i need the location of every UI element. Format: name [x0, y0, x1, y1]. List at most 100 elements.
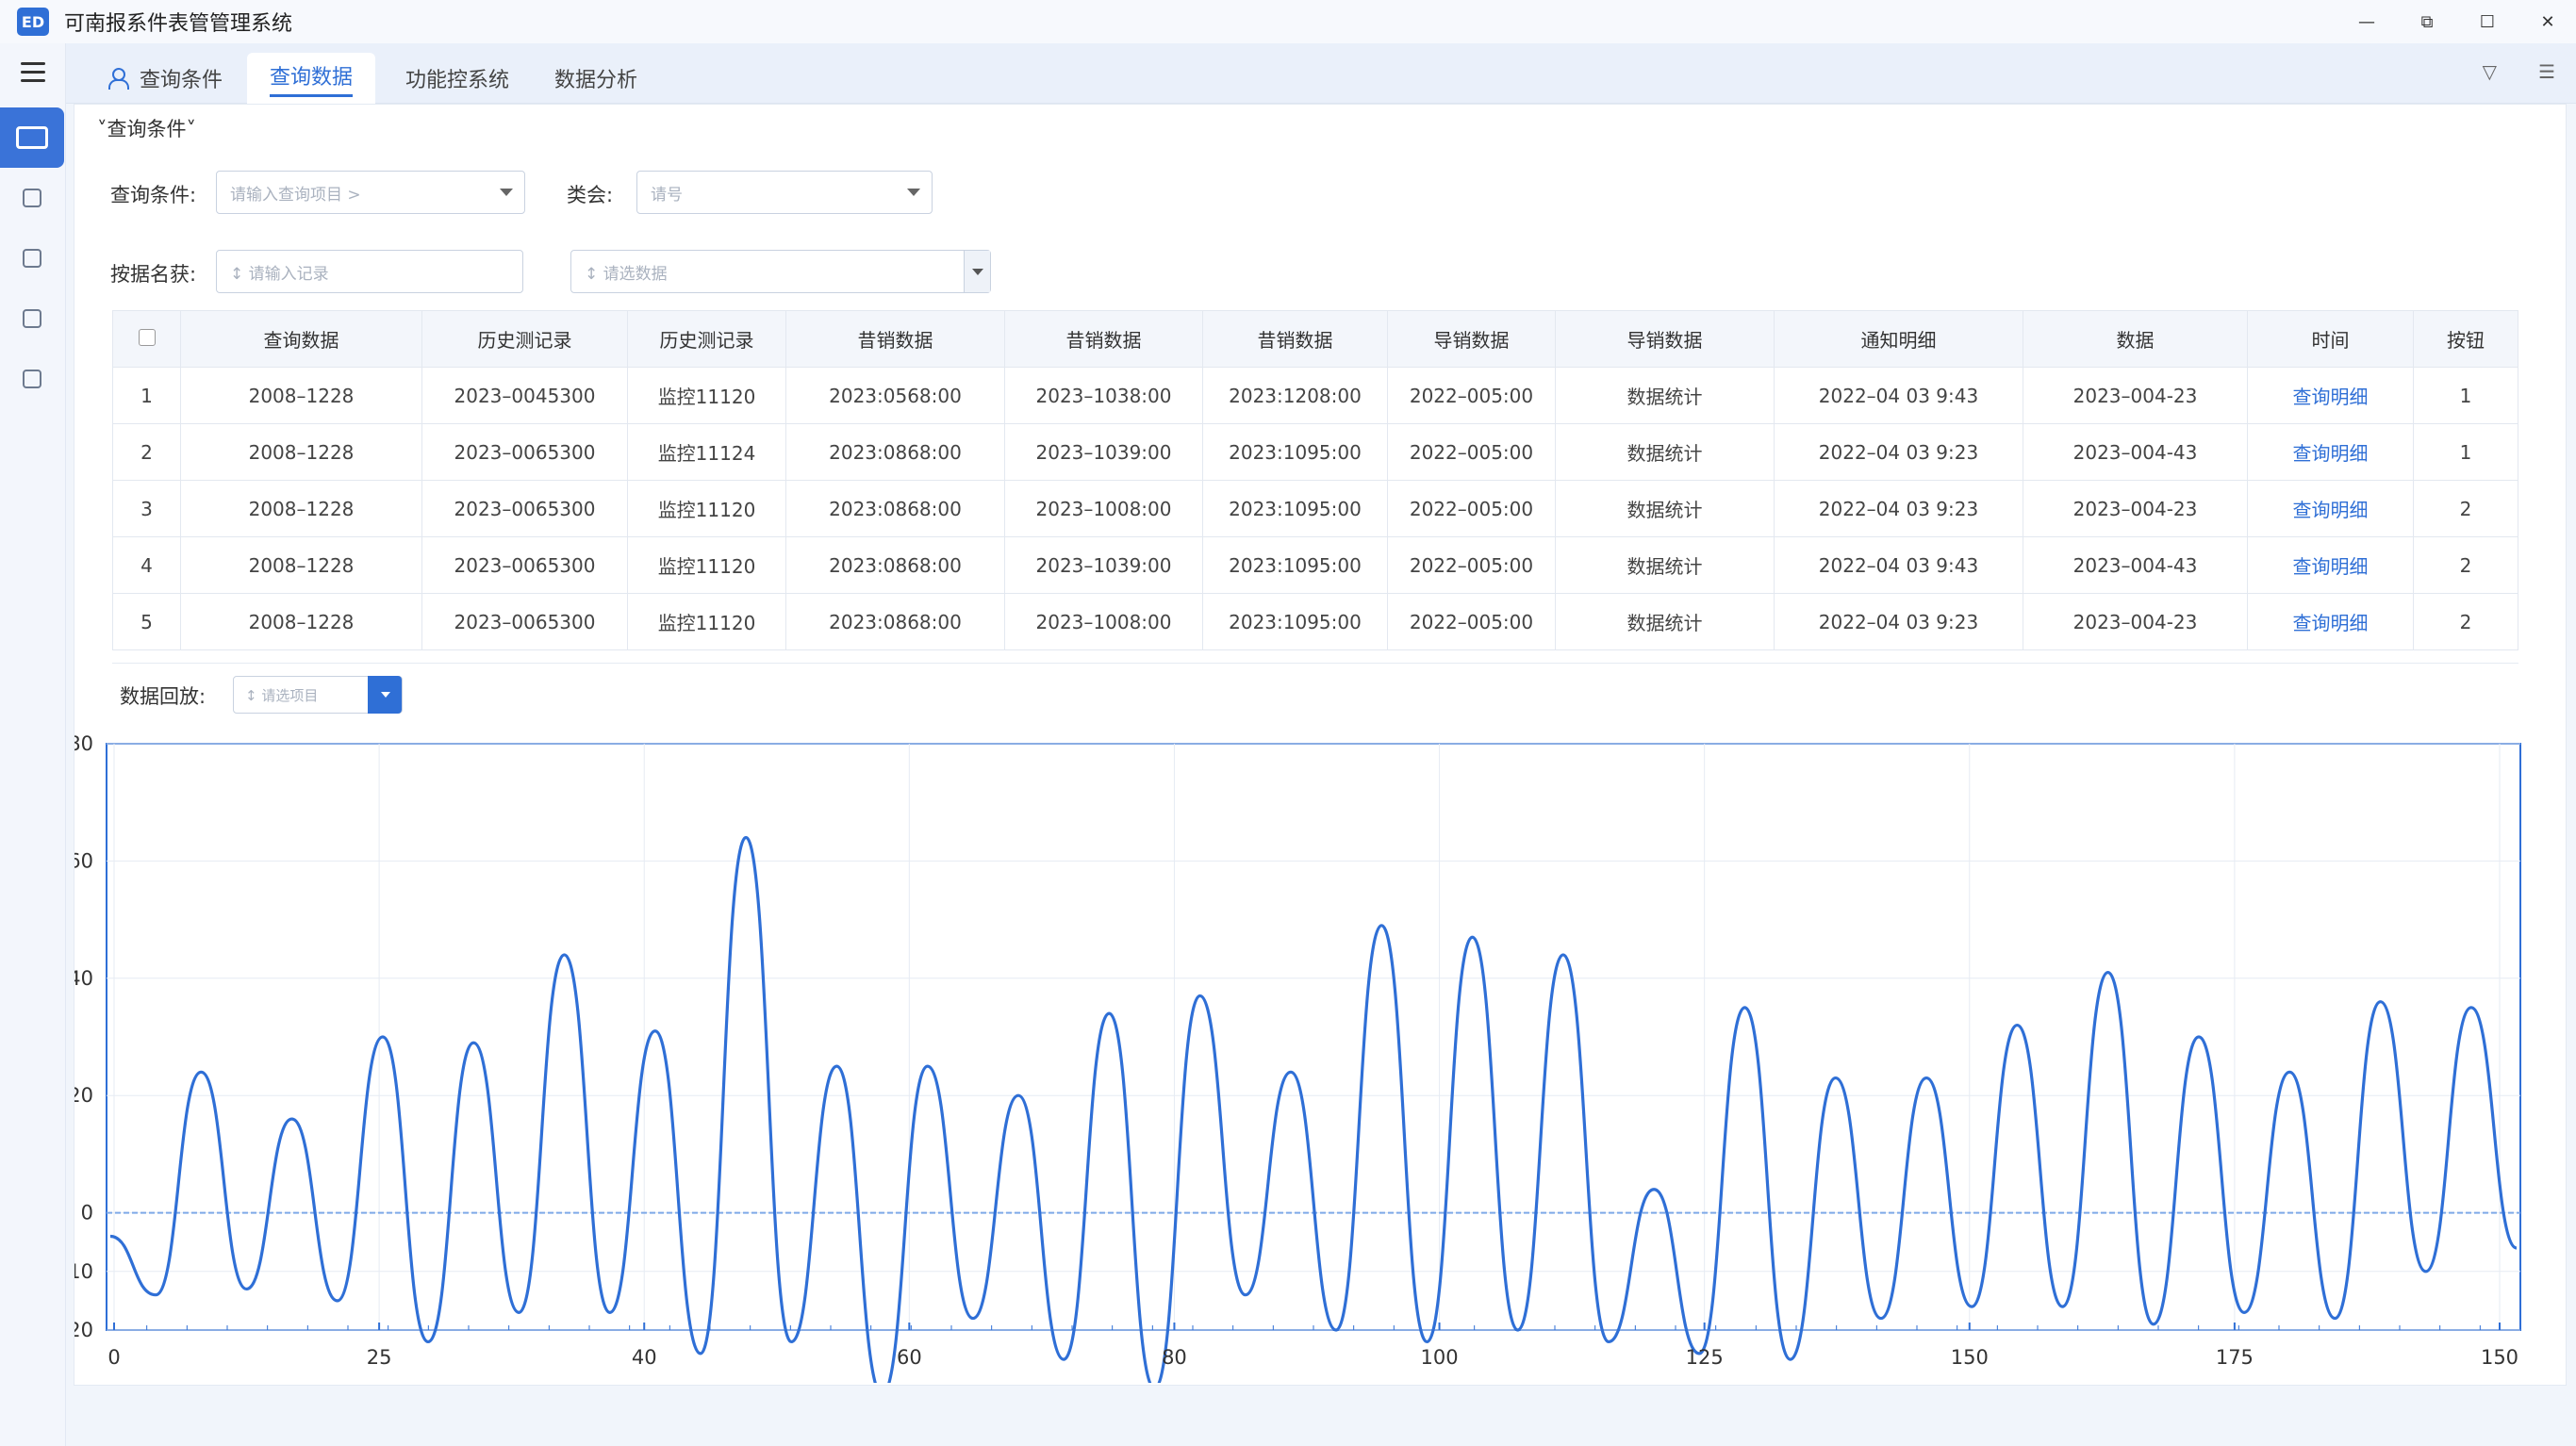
table-cell: 数据统计 — [1555, 423, 1775, 481]
table-cell: 2008–1228 — [180, 593, 422, 650]
table-cell: 1 — [2413, 423, 2518, 481]
detail-link[interactable]: 查询明细 — [2247, 423, 2414, 481]
x-tick-label: 60 — [897, 1346, 922, 1369]
table-cell: 2023–1038:00 — [1004, 367, 1203, 424]
table-cell: 2023–004-23 — [2023, 480, 2248, 537]
divider — [112, 663, 2518, 664]
table-cell: 2022–005:00 — [1387, 423, 1556, 481]
column-header[interactable]: 昔销数据 — [785, 310, 1005, 368]
rail-item-building[interactable] — [19, 245, 45, 271]
tab-query-data[interactable]: 查询数据 — [247, 53, 376, 104]
table-cell: 2022–04 03 9:23 — [1774, 480, 2023, 537]
chevron-down-icon — [500, 189, 513, 196]
tab-query-conditions[interactable]: 查询条件 — [85, 53, 245, 104]
column-header[interactable]: 查询数据 — [180, 310, 422, 368]
settings-icon[interactable]: ☰ — [2538, 60, 2555, 83]
chevron-down-icon[interactable] — [368, 676, 402, 714]
name-input[interactable]: ↕ 请输入记录 — [216, 250, 523, 293]
table-cell: 2023:1208:00 — [1202, 367, 1388, 424]
column-header[interactable]: 导销数据 — [1555, 310, 1775, 368]
menu-icon[interactable] — [21, 62, 45, 88]
table-row[interactable]: 1 2008–1228 2023–0045300 监控11120 2023:0568:0… — [112, 367, 2518, 424]
detail-link[interactable]: 查询明细 — [2247, 480, 2414, 537]
tab-label: 功能控系统 — [405, 69, 510, 92]
table-cell: 2023–004-43 — [2023, 536, 2248, 594]
rail-item-device[interactable] — [19, 305, 45, 332]
table-cell: 2023:0868:00 — [785, 480, 1005, 537]
extra-select[interactable]: ↕ 请选数据 — [570, 250, 991, 293]
table-cell: 2023–0065300 — [421, 423, 628, 481]
waveform-chart: -20-10020406080025406080100125150175150测… — [74, 732, 2521, 1383]
table-cell: 数据统计 — [1555, 536, 1775, 594]
table-header-row: 查询数据 历史测记录 历史测记录 昔销数据 昔销数据 昔销数据 导销数据 导销数… — [112, 310, 2518, 368]
table-cell: 2 — [112, 423, 181, 481]
table-cell: 2022–005:00 — [1387, 536, 1556, 594]
detail-link[interactable]: 查询明细 — [2247, 367, 2414, 424]
tab-function-system[interactable]: 功能控系统 — [383, 53, 532, 104]
rail-item-database[interactable] — [19, 185, 45, 211]
tab-data-analysis[interactable]: 数据分析 — [532, 53, 660, 104]
table-cell: 1 — [2413, 367, 2518, 424]
column-header[interactable]: 历史测记录 — [627, 310, 786, 368]
type-label: 类会: — [567, 184, 614, 206]
column-header[interactable]: 按钮 — [2413, 310, 2518, 368]
table-cell: 数据统计 — [1555, 593, 1775, 650]
column-header[interactable]: 导销数据 — [1387, 310, 1556, 368]
left-rail — [0, 43, 66, 1446]
column-header[interactable]: 通知明细 — [1774, 310, 2023, 368]
table-cell: 2008–1228 — [180, 536, 422, 594]
x-tick-label: 150 — [1951, 1346, 1989, 1369]
table-row[interactable]: 5 2008–1228 2023–0065300 监控11120 2023:0868:0… — [112, 593, 2518, 650]
table-cell: 2023:1095:00 — [1202, 480, 1388, 537]
close-icon[interactable]: ✕ — [2538, 12, 2557, 32]
table-row[interactable]: 2 2008–1228 2023–0065300 监控11124 2023:0868:0… — [112, 423, 2518, 481]
column-header[interactable]: 历史测记录 — [421, 310, 628, 368]
table-cell: 2023:1095:00 — [1202, 536, 1388, 594]
table-cell: 数据统计 — [1555, 480, 1775, 537]
table-cell: 2023–1008:00 — [1004, 480, 1203, 537]
table-cell: 2023:1095:00 — [1202, 593, 1388, 650]
window-controls: — ⧉ ☐ ✕ — [2357, 0, 2557, 43]
rail-item-monitor[interactable] — [0, 107, 64, 168]
table-row[interactable]: 3 2008–1228 2023–0065300 监控11120 2023:0868:0… — [112, 480, 2518, 537]
column-header[interactable]: 昔销数据 — [1004, 310, 1203, 368]
select-all-checkbox[interactable] — [138, 328, 156, 346]
table-cell: 数据统计 — [1555, 367, 1775, 424]
type-select[interactable]: 请号 — [636, 171, 933, 214]
column-header[interactable]: 数据 — [2023, 310, 2248, 368]
extra-placeholder: ↕ 请选数据 — [585, 264, 668, 284]
y-tick-label: -10 — [74, 1260, 93, 1283]
report-icon — [23, 370, 41, 388]
table-cell: 2023:0868:00 — [785, 423, 1005, 481]
y-tick-label: 80 — [74, 732, 93, 755]
minimize-icon[interactable]: — — [2357, 12, 2376, 32]
section-title[interactable]: ˅查询条件˅ — [97, 114, 196, 142]
column-header[interactable]: 时间 — [2247, 310, 2414, 368]
restore-icon[interactable]: ⧉ — [2418, 12, 2436, 32]
table-cell: 1 — [112, 367, 181, 424]
x-tick-label: 100 — [1421, 1346, 1459, 1369]
table-cell: 2022–005:00 — [1387, 367, 1556, 424]
device-icon — [23, 309, 41, 328]
select-all-cell[interactable] — [112, 310, 181, 368]
table-cell: 2022–04 03 9:23 — [1774, 423, 2023, 481]
monitor-icon — [16, 126, 48, 149]
x-tick-label: 175 — [2216, 1346, 2254, 1369]
column-header[interactable]: 昔销数据 — [1202, 310, 1388, 368]
building-icon — [23, 249, 41, 268]
table-cell: 2022–04 03 9:43 — [1774, 536, 2023, 594]
maximize-icon[interactable]: ☐ — [2478, 12, 2497, 32]
playback-select[interactable]: ↕ 请选项目 — [233, 676, 403, 714]
table-cell: 监控11120 — [627, 367, 786, 424]
chevron-down-icon — [907, 189, 920, 196]
filter-icon[interactable]: ▽ — [2483, 60, 2497, 83]
rail-item-report[interactable] — [19, 366, 45, 392]
table-cell: 监控11120 — [627, 480, 786, 537]
table-cell: 2023–004-23 — [2023, 367, 2248, 424]
table-row[interactable]: 4 2008–1228 2023–0065300 监控11120 2023:0868:0… — [112, 536, 2518, 594]
table-cell: 2023–0065300 — [421, 480, 628, 537]
detail-link[interactable]: 查询明细 — [2247, 536, 2414, 594]
x-tick-label: 125 — [1686, 1346, 1724, 1369]
query-select[interactable]: 请输入查询项目 > — [216, 171, 525, 214]
detail-link[interactable]: 查询明细 — [2247, 593, 2414, 650]
